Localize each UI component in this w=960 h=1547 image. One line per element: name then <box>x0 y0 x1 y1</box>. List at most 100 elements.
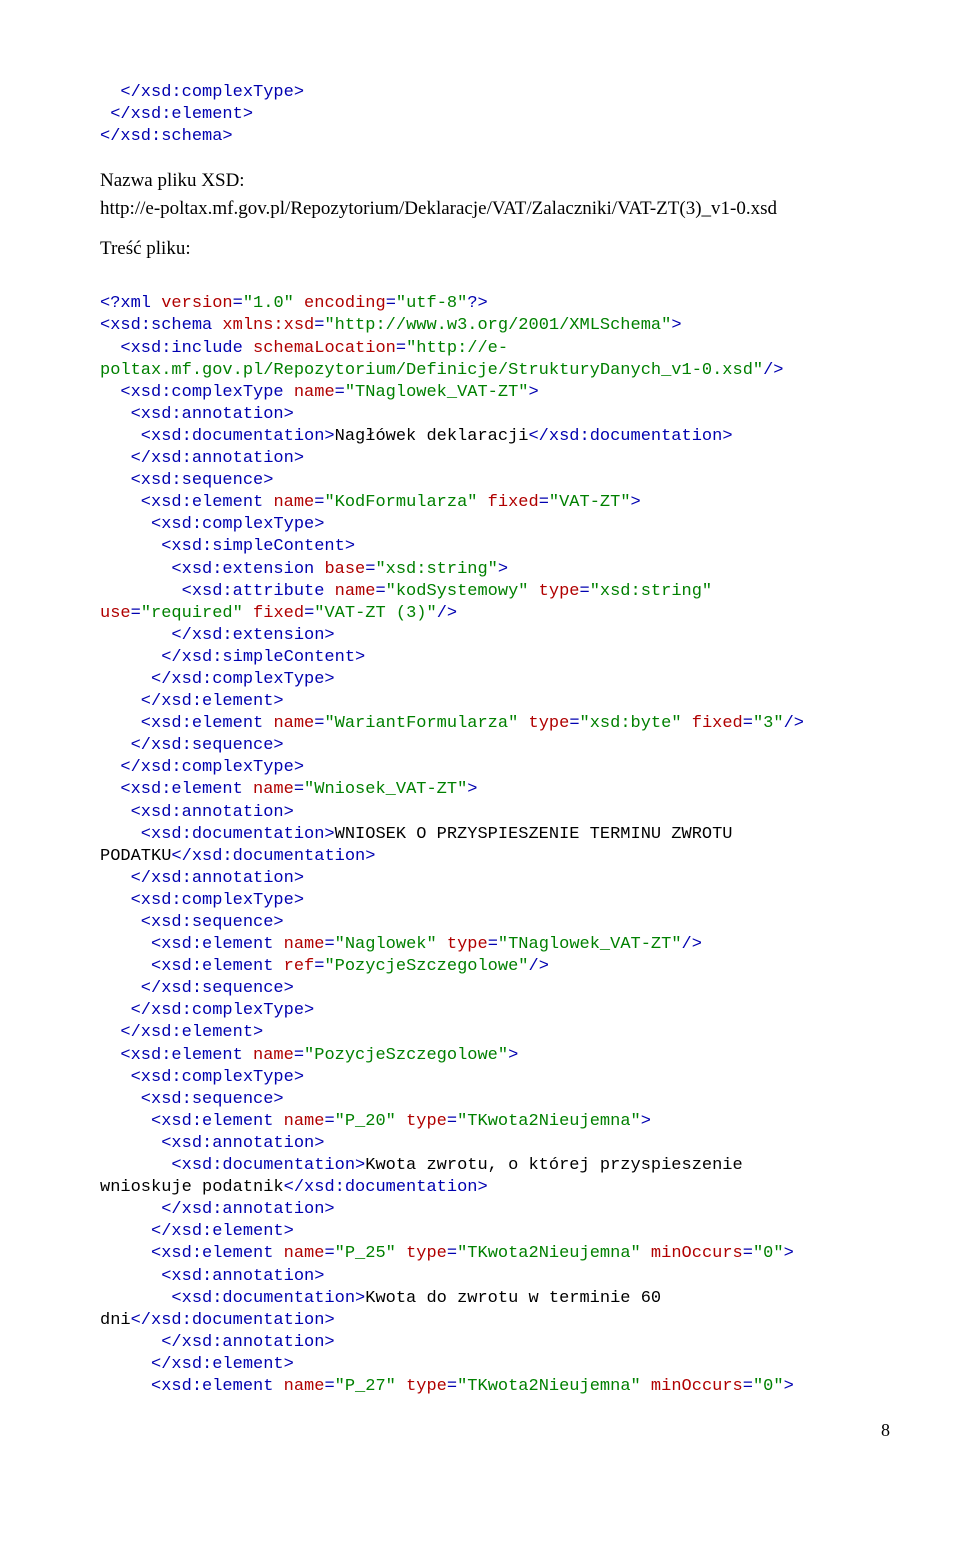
code-frag: base <box>324 560 365 579</box>
code-frag: > <box>631 493 641 512</box>
code-frag: name <box>273 493 314 512</box>
code-frag: schemaLocation <box>253 339 396 358</box>
code-frag: > <box>784 1377 794 1396</box>
code-frag: "xsd:string" <box>375 560 497 579</box>
code-frag: <xsd:annotation> <box>100 405 294 424</box>
tresc-pliku-label: Treść pliku: <box>100 236 890 262</box>
code-frag: "xsd:string" <box>590 582 712 601</box>
code-frag: <xsd:complexType <box>100 383 294 402</box>
code-frag: <xsd:documentation> <box>100 1289 365 1308</box>
code-frag: </xsd:annotation> <box>100 1200 335 1219</box>
code-frag: <xsd:sequence> <box>100 471 273 490</box>
code-frag: = <box>539 493 549 512</box>
code-frag: PODATKU <box>100 847 171 866</box>
code-frag: "TKwota2Nieujemna" <box>457 1377 641 1396</box>
code-frag: name <box>253 1046 294 1065</box>
code-frag: type <box>518 714 569 733</box>
code-frag: = <box>396 339 406 358</box>
code-frag: = <box>447 1377 457 1396</box>
code-frag: <xsd:complexType> <box>100 891 304 910</box>
code-frag: use <box>100 604 131 623</box>
code-frag: </xsd:documentation> <box>171 847 375 866</box>
code-frag: encoding <box>294 294 386 313</box>
code-frag: "VAT-ZT" <box>549 493 631 512</box>
code-frag: = <box>314 714 324 733</box>
code-frag: "3" <box>753 714 784 733</box>
code-frag: type <box>396 1244 447 1263</box>
code-frag: </xsd:element> <box>100 1355 294 1374</box>
code-frag: /> <box>437 604 457 623</box>
code-frag: </xsd:documentation> <box>284 1178 488 1197</box>
code-frag: > <box>498 560 508 579</box>
code-frag: </xsd:annotation> <box>100 1333 335 1352</box>
code-frag: <xsd:element <box>100 1244 284 1263</box>
code-frag: "utf-8" <box>396 294 467 313</box>
code-frag: = <box>294 780 304 799</box>
code-frag: </xsd:annotation> <box>100 449 304 468</box>
code-frag: fixed <box>477 493 538 512</box>
code-frag: </xsd:documentation> <box>131 1311 335 1330</box>
code-frag: </xsd:sequence> <box>100 736 284 755</box>
code-frag: dni <box>100 1311 131 1330</box>
code-frag: "TNaglowek_VAT-ZT" <box>345 383 529 402</box>
code-frag: = <box>324 935 334 954</box>
code-frag: Kwota zwrotu, o której przyspieszenie <box>365 1156 742 1175</box>
code-frag: "required" <box>141 604 243 623</box>
code-frag: > <box>529 383 539 402</box>
code-frag: = <box>324 1244 334 1263</box>
code-frag: minOccurs <box>641 1244 743 1263</box>
code-frag: </xsd:element> <box>100 1023 263 1042</box>
code-frag: Kwota do zwrotu w terminie 60 <box>365 1289 661 1308</box>
code-frag: </xsd:extension> <box>100 626 335 645</box>
code-frag: name <box>284 1377 325 1396</box>
code-frag: name <box>273 714 314 733</box>
code-frag: </xsd:annotation> <box>100 869 304 888</box>
code-frag: poltax.mf.gov.pl/Repozytorium/Definicje/… <box>100 361 763 380</box>
code-frag: name <box>294 383 335 402</box>
code-frag: "0" <box>753 1377 784 1396</box>
code-frag: = <box>131 604 141 623</box>
code-frag: <xsd:sequence> <box>100 913 284 932</box>
code-frag: <xsd:annotation> <box>100 803 294 822</box>
code-frag: <xsd:element <box>100 714 273 733</box>
code-frag: type <box>437 935 488 954</box>
code-line: </xsd:element> <box>100 105 253 124</box>
code-frag: "TKwota2Nieujemna" <box>457 1244 641 1263</box>
code-frag: Nagłówek deklaracji <box>335 427 529 446</box>
code-frag: > <box>508 1046 518 1065</box>
code-frag: "TKwota2Nieujemna" <box>457 1112 641 1131</box>
code-frag: </xsd:element> <box>100 1222 294 1241</box>
code-frag: = <box>304 604 314 623</box>
code-frag: = <box>447 1244 457 1263</box>
code-frag: = <box>375 582 385 601</box>
code-frag: <xsd:include <box>100 339 253 358</box>
code-frag: "KodFormularza" <box>324 493 477 512</box>
code-frag: = <box>569 714 579 733</box>
code-frag: = <box>743 714 753 733</box>
code-frag: <xsd:annotation> <box>100 1134 324 1153</box>
code-frag: wnioskuje podatnik <box>100 1178 284 1197</box>
code-frag: </xsd:complexType> <box>100 758 304 777</box>
code-frag: = <box>314 316 324 335</box>
code-frag: fixed <box>243 604 304 623</box>
code-frag: <xsd:simpleContent> <box>100 537 355 556</box>
code-frag: <xsd:annotation> <box>100 1267 324 1286</box>
code-frag: = <box>488 935 498 954</box>
code-frag: type <box>528 582 579 601</box>
code-frag: "http://e- <box>406 339 508 358</box>
code-frag: = <box>335 383 345 402</box>
code-frag: <xsd:attribute <box>100 582 335 601</box>
code-frag: <xsd:element <box>100 935 284 954</box>
code-frag: = <box>233 294 243 313</box>
code-frag: = <box>294 1046 304 1065</box>
code-frag: minOccurs <box>641 1377 743 1396</box>
code-frag: ?> <box>467 294 487 313</box>
code-frag: type <box>396 1112 447 1131</box>
code-frag: <xsd:element <box>100 1112 284 1131</box>
code-frag: = <box>314 493 324 512</box>
code-frag: <xsd:documentation> <box>100 1156 365 1175</box>
code-frag: name <box>284 1244 325 1263</box>
code-frag: <xsd:schema <box>100 316 222 335</box>
code-frag: /> <box>682 935 702 954</box>
code-frag: "PozycjeSzczegolowe" <box>304 1046 508 1065</box>
